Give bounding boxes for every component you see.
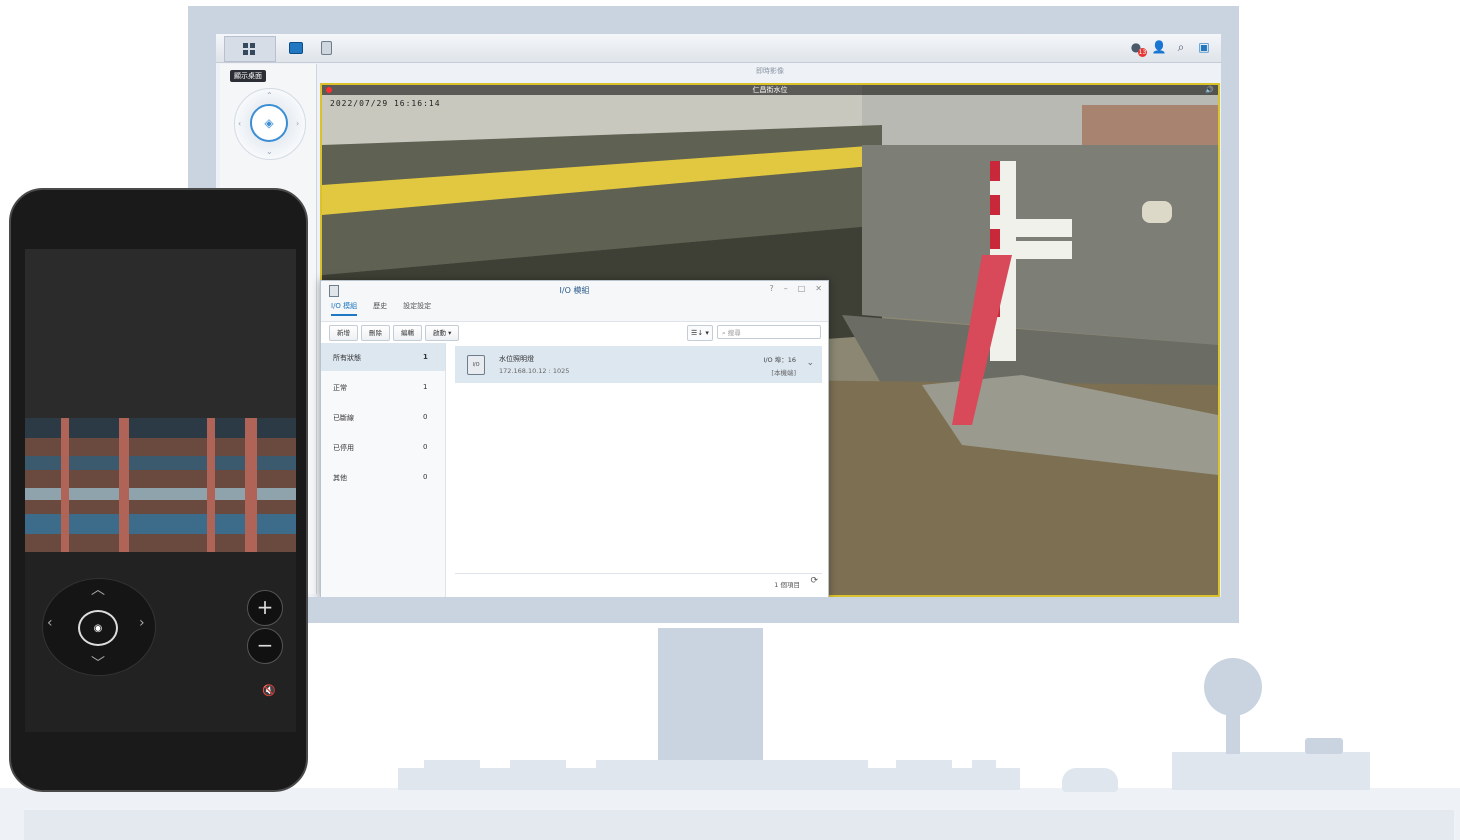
io-toolbar: 新增 刪除 編輯 啟動 ▾: [329, 325, 460, 341]
joystick-button: [1305, 738, 1343, 754]
sidebar-item-label: 已斷線: [333, 414, 354, 422]
keyboard-key: [510, 760, 566, 770]
notification-badge: 13: [1138, 48, 1147, 57]
action-dropdown[interactable]: 啟動 ▾: [425, 325, 460, 341]
ptz-right-icon[interactable]: ›: [139, 615, 145, 631]
plus-icon: +: [256, 595, 274, 619]
user-icon: 👤: [1151, 40, 1167, 54]
ptz-home-button[interactable]: ◈: [250, 104, 288, 142]
joystick-base: [1172, 752, 1370, 790]
monitor-stand: [658, 628, 763, 760]
keyboard-key: [896, 760, 952, 770]
search-button[interactable]: ⌕: [1173, 39, 1189, 55]
widgets-icon: ▣: [1198, 40, 1210, 54]
sidebar-item-label: 已停用: [333, 444, 354, 452]
taskbar: ● 13 👤 ⌕ ▣: [216, 34, 1221, 63]
status-sidebar: 所有狀態 1 正常 1 已斷線 0 已停用 0 其他 0: [321, 343, 446, 597]
ptz-down-icon[interactable]: ﹀: [91, 653, 105, 673]
minimize-icon[interactable]: –: [784, 284, 788, 293]
mouse: [1062, 768, 1118, 792]
device-name: 水位照明燈: [499, 355, 534, 363]
sidebar-item-all[interactable]: 所有狀態 1: [321, 343, 445, 371]
io-module-icon: [320, 41, 332, 55]
io-module-app-button[interactable]: [312, 36, 340, 60]
delete-button[interactable]: 刪除: [361, 325, 390, 341]
io-window-title: I/O 模組: [559, 286, 590, 295]
tab-settings[interactable]: 設定設定: [403, 301, 431, 316]
device-port-info: I/O 埠：16: [763, 356, 796, 364]
device-status: [本機端]: [771, 369, 796, 377]
ptz-left-icon[interactable]: ‹: [238, 119, 241, 128]
sidebar-item-count: 0: [423, 413, 428, 421]
camera-timestamp: 2022/07/29 16:16:14: [330, 99, 441, 108]
grid-icon: [243, 43, 255, 55]
window-controls: ? – □ ✕: [769, 284, 822, 293]
keyboard-key: [972, 760, 996, 770]
main-menu-button[interactable]: [224, 36, 276, 62]
recording-dot-icon: [326, 87, 332, 93]
phone-camera-feed[interactable]: [25, 418, 296, 552]
sidebar-item-label: 正常: [333, 384, 347, 392]
device-address: 172.168.10.12 : 1025: [499, 367, 570, 375]
ptz-left-icon[interactable]: ‹: [47, 615, 53, 631]
io-module-window: I/O 模組 ? – □ ✕ I/O 模組 歷史 設定設定 新增 刪除 編輯 啟…: [320, 280, 829, 597]
help-icon[interactable]: ?: [769, 284, 773, 293]
target-icon: ◉: [93, 622, 103, 634]
io-window-header: I/O 模組 ? – □ ✕ I/O 模組 歷史 設定設定: [321, 281, 828, 322]
mute-icon[interactable]: 🔇: [262, 684, 276, 697]
sidebar-item-count: 0: [423, 473, 428, 481]
view-sort-button[interactable]: ☰↓ ▾: [687, 325, 713, 341]
refresh-icon[interactable]: ⟳: [810, 576, 818, 586]
io-footer: 1 個項目 ⟳: [455, 573, 822, 592]
keyboard: [398, 768, 1020, 790]
minus-icon: −: [256, 633, 274, 657]
sidebar-item-disabled[interactable]: 已停用 0: [321, 433, 445, 461]
chevron-down-icon[interactable]: ⌄: [806, 358, 814, 368]
sidebar-item-label: 其他: [333, 474, 347, 482]
sidebar-item-count: 0: [423, 443, 428, 451]
widgets-button[interactable]: ▣: [1196, 39, 1212, 55]
sidebar-item-label: 所有狀態: [333, 354, 361, 362]
ptz-up-icon[interactable]: ⌃: [266, 91, 273, 100]
io-device-icon: I/O: [467, 355, 485, 375]
sidebar-item-other[interactable]: 其他 0: [321, 463, 445, 491]
keyboard-key: [596, 760, 868, 770]
speaker-icon[interactable]: 🔊: [1205, 85, 1214, 95]
user-button[interactable]: 👤: [1151, 39, 1167, 55]
search-input[interactable]: ⌕ 搜尋: [717, 325, 821, 339]
sidebar-item-count: 1: [423, 383, 428, 391]
joystick-ball: [1204, 658, 1262, 716]
add-button[interactable]: 新增: [329, 325, 358, 341]
sidebar-item-count: 1: [423, 353, 428, 361]
phone-ptz-home-button[interactable]: ◉: [78, 610, 118, 646]
show-desktop-tooltip: 顯示桌面: [230, 70, 266, 82]
live-view-icon: [289, 42, 303, 54]
sidebar-item-normal[interactable]: 正常 1: [321, 373, 445, 401]
search-icon: ⌕: [1177, 39, 1185, 54]
edit-button[interactable]: 編輯: [393, 325, 422, 341]
item-count: 1 個項目: [774, 581, 800, 589]
tab-io-module[interactable]: I/O 模組: [331, 301, 358, 316]
zoom-out-button[interactable]: −: [247, 628, 283, 664]
search-placeholder: 搜尋: [727, 329, 741, 337]
tab-history[interactable]: 歷史: [373, 301, 387, 316]
ptz-right-icon[interactable]: ›: [296, 119, 299, 128]
close-icon[interactable]: ✕: [815, 284, 822, 293]
io-tabs: I/O 模組 歷史 設定設定: [331, 301, 431, 316]
ptz-up-icon[interactable]: ︿: [91, 579, 105, 599]
live-view-app-button[interactable]: [282, 36, 310, 60]
crosshair-icon: ◈: [264, 116, 274, 130]
desktop-screen: ● 13 👤 ⌕ ▣ ⌃ ⌄ ‹ › ◈ 顯示桌面 即時影像 仁昌街水位 🔊 2…: [216, 34, 1221, 597]
device-row[interactable]: I/O 水位照明燈 172.168.10.12 : 1025 I/O 埠：16 …: [455, 346, 822, 383]
sidebar-item-disconnected[interactable]: 已斷線 0: [321, 403, 445, 431]
ptz-down-icon[interactable]: ⌄: [266, 147, 273, 156]
desk-surface: [24, 810, 1454, 840]
zoom-in-button[interactable]: +: [247, 590, 283, 626]
live-view-window-title: 即時影像: [756, 67, 784, 75]
maximize-icon[interactable]: □: [798, 284, 806, 293]
phone-camera-scene: [25, 418, 296, 552]
camera-title: 仁昌街水位: [322, 85, 1218, 95]
keyboard-key: [424, 760, 480, 770]
notification-button[interactable]: ● 13: [1128, 39, 1147, 57]
